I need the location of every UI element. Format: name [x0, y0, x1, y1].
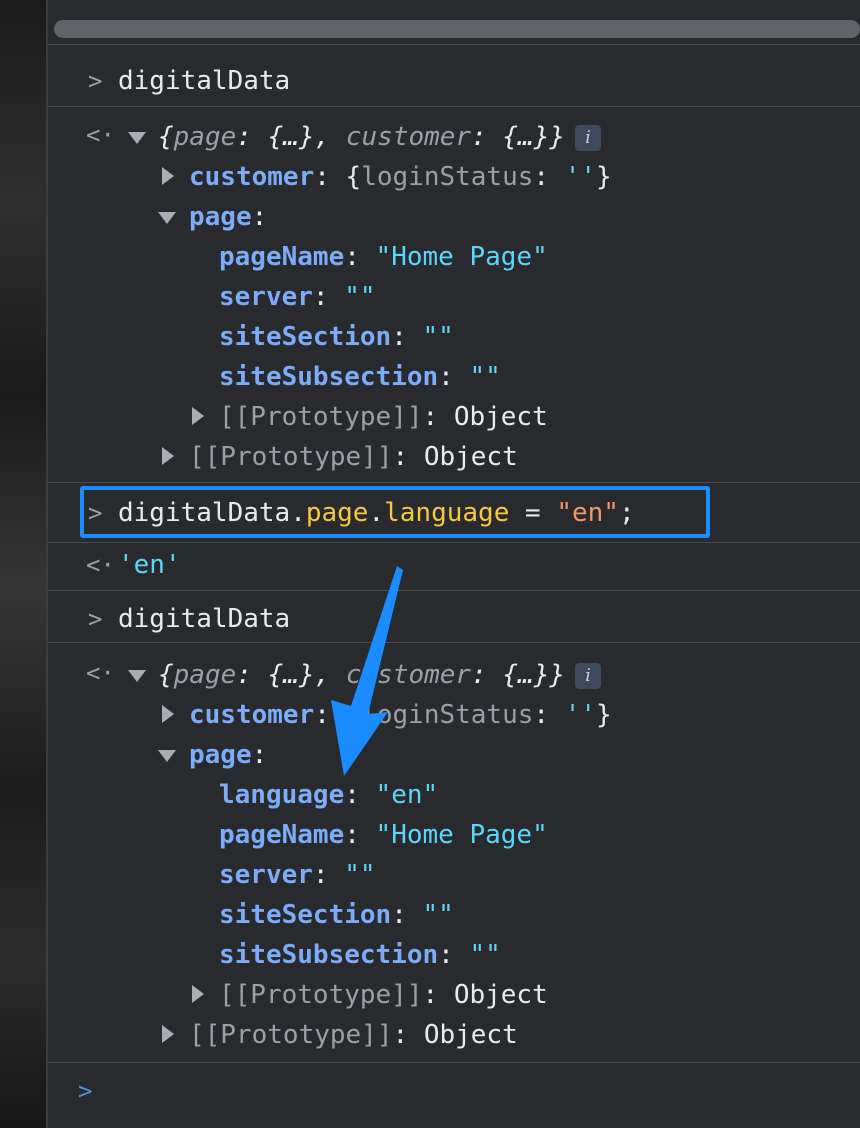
tree-row-customer[interactable]: customer: {loginStatus: ''}: [189, 162, 612, 192]
tree-row-field: siteSection: "": [219, 322, 454, 352]
object-summary[interactable]: {page: {…}, customer: {…}} i: [158, 660, 602, 690]
input-text: digitalData: [118, 66, 291, 96]
divider: [48, 44, 860, 45]
tree-row-prototype[interactable]: [[Prototype]]: Object: [219, 980, 548, 1010]
tree-row-field: siteSection: "": [219, 900, 454, 930]
prompt-icon: >: [88, 499, 103, 527]
tree-row-customer[interactable]: customer: {loginStatus: ''}: [189, 700, 612, 730]
expand-toggle-icon[interactable]: [192, 985, 204, 1003]
tree-row-field: server: "": [219, 282, 376, 312]
prompt-icon: >: [88, 67, 103, 95]
tree-row-prototype[interactable]: [[Prototype]]: Object: [189, 442, 518, 472]
divider: [48, 542, 860, 543]
collapse-toggle-icon[interactable]: [128, 670, 146, 682]
tree-row-field: siteSubsection: "": [219, 940, 501, 970]
tree-row-field: server: "": [219, 860, 376, 890]
devtools-console: > digitalData <· {page: {…}, customer: {…: [48, 0, 860, 1128]
info-icon[interactable]: i: [575, 662, 602, 689]
tree-row-prototype[interactable]: [[Prototype]]: Object: [219, 402, 548, 432]
expand-toggle-icon[interactable]: [162, 1025, 174, 1043]
result-arrow-icon: <·: [86, 121, 115, 149]
tree-row-field: pageName: "Home Page": [219, 242, 548, 272]
tree-row-prototype[interactable]: [[Prototype]]: Object: [189, 1020, 518, 1050]
divider: [48, 106, 860, 107]
tree-row-field: siteSubsection: "": [219, 362, 501, 392]
tree-row-field: pageName: "Home Page": [219, 820, 548, 850]
result-arrow-icon: <·: [86, 551, 115, 579]
expand-toggle-icon[interactable]: [128, 132, 146, 144]
console-prompt-icon[interactable]: >: [78, 1076, 92, 1106]
info-icon[interactable]: i: [575, 124, 602, 151]
divider: [48, 482, 860, 483]
tree-row-page[interactable]: page:: [189, 202, 267, 232]
collapse-toggle-icon[interactable]: [158, 750, 176, 762]
console-input-line[interactable]: digitalData: [118, 604, 290, 634]
result-arrow-icon: <·: [86, 659, 115, 687]
command-result: 'en': [118, 550, 181, 580]
divider: [48, 590, 860, 591]
collapse-toggle-icon[interactable]: [158, 212, 176, 224]
expand-toggle-icon[interactable]: [192, 407, 204, 425]
horizontal-scrollbar[interactable]: [54, 20, 860, 38]
object-summary[interactable]: {page: {…}, customer: {…}} i: [158, 122, 602, 152]
expand-toggle-icon[interactable]: [162, 447, 174, 465]
divider: [48, 1062, 860, 1063]
expand-toggle-icon[interactable]: [162, 167, 174, 185]
divider: [48, 642, 860, 643]
tree-row-page[interactable]: page:: [189, 740, 267, 770]
tree-row-field-language: language: "en": [219, 780, 439, 810]
command-line[interactable]: digitalData.page.language = "en";: [118, 498, 635, 528]
expand-toggle-icon[interactable]: [162, 705, 174, 723]
prompt-icon: >: [88, 605, 103, 633]
console-input-line[interactable]: digitalData: [118, 66, 290, 96]
desktop-background-strip: [0, 0, 48, 1128]
